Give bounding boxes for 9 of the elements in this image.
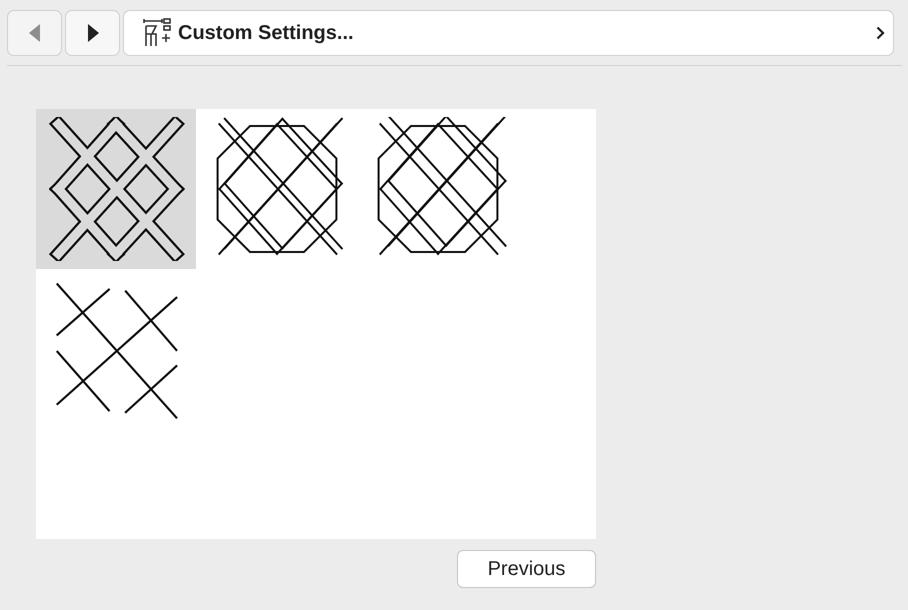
settings-title: Custom Settings... xyxy=(178,22,354,44)
pattern-tile[interactable] xyxy=(36,109,196,269)
previous-button[interactable]: Previous xyxy=(457,550,596,588)
forward-button[interactable] xyxy=(65,10,120,56)
chevron-right-icon xyxy=(876,26,885,40)
settings-selector[interactable]: Custom Settings... xyxy=(123,10,894,56)
chair-settings-icon xyxy=(142,18,172,48)
back-icon xyxy=(28,24,40,42)
forward-icon xyxy=(86,24,98,42)
